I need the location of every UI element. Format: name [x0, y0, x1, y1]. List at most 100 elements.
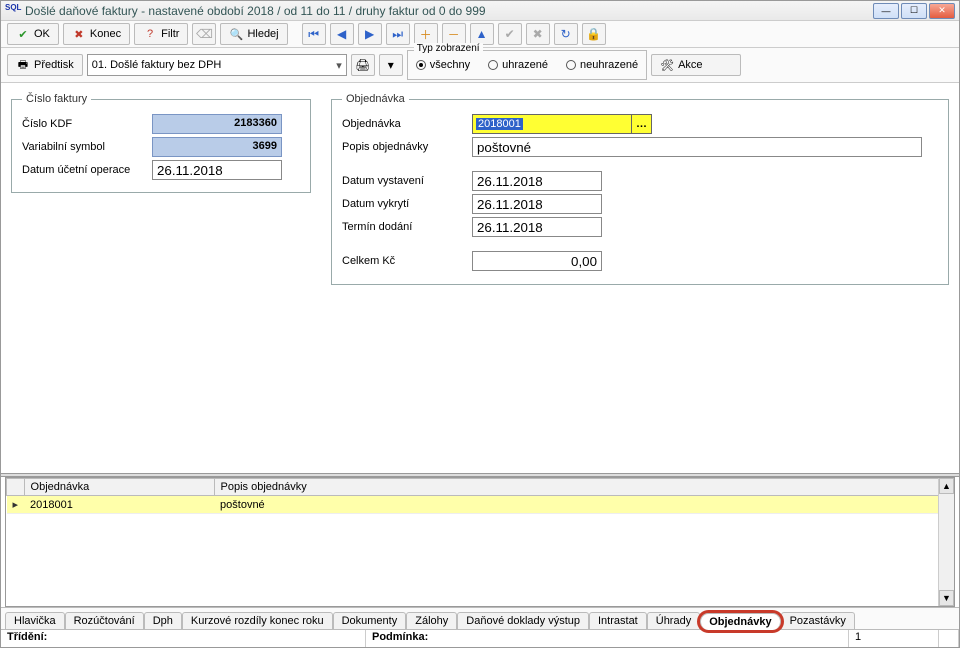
question-icon: ? — [143, 28, 157, 40]
hledej-button[interactable]: 🔍 Hledej — [220, 23, 287, 45]
row-marker-icon: ▸ — [7, 496, 25, 514]
tab-hlavicka[interactable]: Hlavička — [5, 612, 65, 629]
tab-pozastavky[interactable]: Pozastávky — [781, 612, 855, 629]
inp-objednavka-value: 2018001 — [476, 118, 523, 130]
nav-last-button[interactable]: ⏭ — [386, 23, 410, 45]
radio-neuhrazene-label: neuhrazené — [580, 59, 638, 71]
ok-button[interactable]: ✔ OK — [7, 23, 59, 45]
window-title: Došlé daňové faktury - nastavené období … — [25, 4, 873, 18]
filtr-button[interactable]: ? Filtr — [134, 23, 188, 45]
vertical-scrollbar[interactable]: ▲ ▼ — [938, 478, 954, 606]
lookup-button[interactable]: … — [632, 114, 652, 134]
display-type-group: Typ zobrazení všechny uhrazené neuhrazen… — [407, 50, 647, 80]
lbl-term-dod: Termín dodání — [342, 221, 472, 233]
inp-popis[interactable] — [472, 137, 922, 157]
filterclear-icon: ⌫ — [196, 27, 213, 41]
val-cislo-kdf: 2183360 — [152, 114, 282, 134]
status-trideni: Třídění: — [1, 630, 366, 647]
refresh-button[interactable]: ↻ — [554, 23, 578, 45]
predtisk-button[interactable]: 🖶 Předtisk — [7, 54, 83, 76]
akce-button[interactable]: 🛠 Akce — [651, 54, 741, 76]
data-grid[interactable]: Objednávka Popis objednávky ▸ 2018001 po… — [6, 478, 954, 606]
lbl-popis: Popis objednávky — [342, 141, 472, 153]
inp-term-dod[interactable] — [472, 217, 602, 237]
radio-dot-icon — [488, 60, 498, 70]
toolbar-secondary: 🖶 Předtisk 01. Došlé faktury bez DPH ▾ 🖨… — [1, 48, 959, 83]
close-button[interactable]: ✕ — [929, 3, 955, 19]
tools-icon: 🛠 — [660, 59, 674, 72]
minimize-button[interactable]: — — [873, 3, 899, 19]
inp-dat-vyst[interactable] — [472, 171, 602, 191]
radio-vsechny[interactable]: všechny — [416, 59, 470, 71]
print-dropdown-button[interactable]: ▾ — [379, 54, 403, 76]
konec-label: Konec — [90, 28, 121, 40]
tab-dd-vystup[interactable]: Daňové doklady výstup — [457, 612, 589, 629]
search-icon: 🔍 — [229, 28, 243, 41]
app-icon: SQL — [5, 3, 21, 19]
printer-preview-icon: 🖶 — [16, 56, 30, 75]
tab-rozuctovani[interactable]: Rozúčtování — [65, 612, 144, 629]
radio-uhrazene[interactable]: uhrazené — [488, 59, 548, 71]
remove-button[interactable]: － — [442, 23, 466, 45]
radio-uhrazene-label: uhrazené — [502, 59, 548, 71]
status-count: 1 — [849, 630, 939, 647]
val-var-sym: 3699 — [152, 137, 282, 157]
lbl-dat-vyst: Datum vystavení — [342, 175, 472, 187]
lock-button[interactable]: 🔒 — [582, 23, 606, 45]
inp-dat-vykr[interactable] — [472, 194, 602, 214]
chevron-down-icon: ▾ — [336, 59, 342, 72]
lbl-cislo-kdf: Číslo KDF — [22, 118, 152, 130]
cell-popis: poštovné — [214, 496, 953, 514]
panel-objednavka: Objednávka Objednávka 2018001 … Popis ob… — [331, 93, 949, 285]
hledej-label: Hledej — [247, 28, 278, 40]
tab-uhrady[interactable]: Úhrady — [647, 612, 700, 629]
lbl-objednavka: Objednávka — [342, 118, 472, 130]
radio-neuhrazene[interactable]: neuhrazené — [566, 59, 638, 71]
bottom-tabs: Hlavička Rozúčtování Dph Kurzové rozdíly… — [1, 607, 959, 629]
inp-objednavka[interactable]: 2018001 — [472, 114, 632, 134]
scroll-up-icon[interactable]: ▲ — [939, 478, 954, 494]
predtisk-label: Předtisk — [34, 59, 74, 71]
lbl-celkem: Celkem Kč — [342, 255, 472, 267]
tab-dokumenty[interactable]: Dokumenty — [333, 612, 407, 629]
group-legend: Typ zobrazení — [414, 43, 483, 54]
lbl-dat-vykr: Datum vykrytí — [342, 198, 472, 210]
scroll-down-icon[interactable]: ▼ — [939, 590, 954, 606]
status-last — [939, 630, 959, 647]
inp-dat-oper[interactable] — [152, 160, 282, 180]
konec-button[interactable]: ✖ Konec — [63, 23, 130, 45]
nav-next-button[interactable]: ▶ — [358, 23, 382, 45]
tab-intrastat[interactable]: Intrastat — [589, 612, 647, 629]
table-row[interactable]: ▸ 2018001 poštovné — [7, 496, 954, 514]
print-button[interactable]: 🖨 — [351, 54, 375, 76]
maximize-button[interactable]: ☐ — [901, 3, 927, 19]
filtr-label: Filtr — [161, 28, 179, 40]
tab-kurz[interactable]: Kurzové rozdíly konec roku — [182, 612, 333, 629]
col-marker — [7, 479, 25, 496]
akce-label: Akce — [678, 59, 702, 71]
legend-objednavka: Objednávka — [342, 93, 409, 105]
nav-prev-button[interactable]: ◀ — [330, 23, 354, 45]
col-objednavka[interactable]: Objednávka — [24, 479, 214, 496]
lbl-var-sym: Variabilní symbol — [22, 141, 152, 153]
radio-dot-icon — [566, 60, 576, 70]
cell-objednavka: 2018001 — [24, 496, 214, 514]
add-button[interactable]: ＋ — [414, 23, 438, 45]
nav-first-button[interactable]: ⏮ — [302, 23, 326, 45]
status-podminka: Podmínka: — [366, 630, 849, 647]
filtr-clear-button: ⌫ — [192, 23, 216, 45]
status-bar: Třídění: Podmínka: 1 — [1, 629, 959, 647]
check-icon: ✔ — [16, 28, 30, 41]
ok-label: OK — [34, 28, 50, 40]
lbl-dat-oper: Datum účetní operace — [22, 164, 152, 176]
inp-celkem[interactable] — [472, 251, 602, 271]
radio-vsechny-label: všechny — [430, 59, 470, 71]
radio-dot-icon — [416, 60, 426, 70]
edit-button[interactable]: ▲ — [470, 23, 494, 45]
tab-zalohy[interactable]: Zálohy — [406, 612, 457, 629]
report-combo[interactable]: 01. Došlé faktury bez DPH ▾ — [87, 54, 347, 76]
tab-objednavky[interactable]: Objednávky — [700, 613, 780, 630]
col-popis[interactable]: Popis objednávky — [214, 479, 953, 496]
panel-cislo-faktury: Číslo faktury Číslo KDF 2183360 Variabil… — [11, 93, 311, 193]
tab-dph[interactable]: Dph — [144, 612, 182, 629]
